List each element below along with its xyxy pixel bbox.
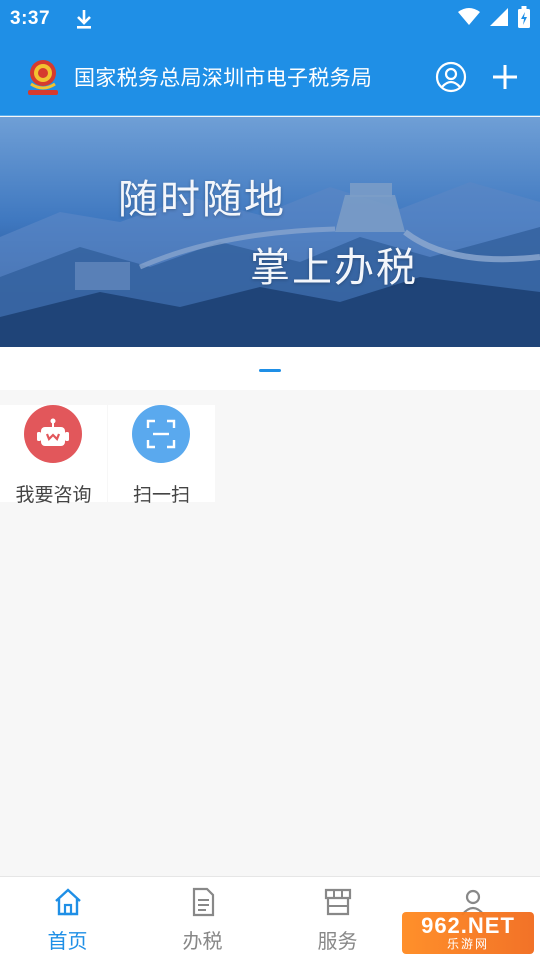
consult-button[interactable]: 我要咨询 bbox=[0, 405, 107, 506]
scan-button[interactable]: 扫一扫 bbox=[108, 405, 215, 506]
download-icon bbox=[74, 8, 94, 30]
nav-service-label: 服务 bbox=[317, 931, 358, 953]
nav-home-label: 首页 bbox=[47, 931, 88, 953]
home-icon bbox=[53, 887, 83, 917]
nav-tax-label: 办税 bbox=[182, 931, 223, 953]
tax-emblem-icon bbox=[22, 56, 64, 98]
consult-label: 我要咨询 bbox=[15, 485, 92, 506]
battery-icon bbox=[518, 5, 530, 33]
nav-service[interactable]: 服务 bbox=[270, 877, 405, 960]
app-header: 国家税务总局深圳市电子税务局 bbox=[0, 38, 540, 116]
banner-slogan-line1: 随时随地 bbox=[118, 177, 286, 223]
watermark-top: 962.NET bbox=[421, 913, 515, 938]
banner-slogan-line2: 掌上办税 bbox=[250, 245, 418, 291]
status-bar: 3:37 bbox=[0, 0, 540, 38]
scan-icon bbox=[132, 405, 190, 463]
great-wall-illustration bbox=[0, 182, 540, 347]
carousel-indicator[interactable] bbox=[259, 369, 281, 372]
nav-home[interactable]: 首页 bbox=[0, 877, 135, 960]
document-icon bbox=[188, 887, 218, 917]
banner[interactable]: 随时随地 掌上办税 bbox=[0, 117, 540, 347]
watermark-logo: 962.NET 乐游网 bbox=[402, 912, 534, 954]
status-time: 3:37 bbox=[10, 8, 51, 29]
plus-icon[interactable] bbox=[488, 60, 522, 94]
scan-label: 扫一扫 bbox=[132, 485, 190, 506]
robot-icon bbox=[24, 405, 82, 463]
signal-icon bbox=[490, 7, 508, 31]
status-icons bbox=[458, 5, 530, 33]
store-icon bbox=[323, 887, 353, 917]
nav-tax[interactable]: 办税 bbox=[135, 877, 270, 960]
carousel-indicator-strip bbox=[0, 347, 540, 390]
wifi-icon bbox=[458, 7, 480, 31]
user-icon[interactable] bbox=[434, 60, 468, 94]
watermark-bottom: 乐游网 bbox=[446, 937, 489, 951]
header-title: 国家税务总局深圳市电子税务局 bbox=[74, 66, 373, 90]
